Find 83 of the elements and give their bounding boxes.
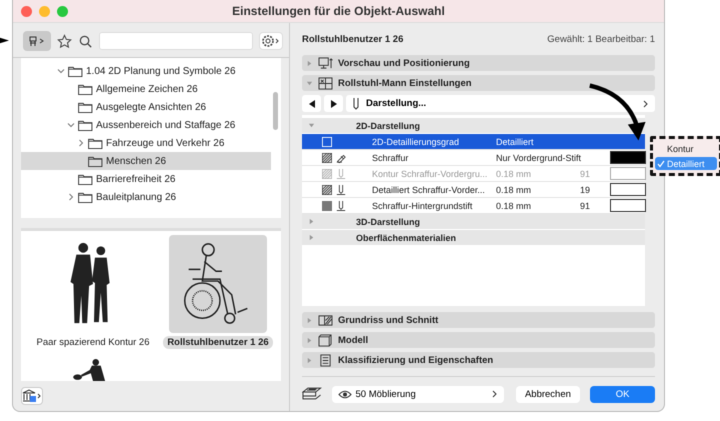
tree-item[interactable]: Barrierefreiheit 26	[21, 170, 271, 188]
library-view-button[interactable]	[23, 31, 51, 51]
right-triangle-icon	[330, 100, 336, 108]
chevron-right-icon	[643, 100, 649, 108]
gear-icon	[261, 34, 281, 48]
folder-icon	[78, 174, 93, 184]
parameter-row[interactable]: Detailliert Schraffur-Vorder... 0.18 mm 19	[302, 182, 645, 198]
parameter-row[interactable]: Schraffur Nur Vordergrund-Stift	[302, 150, 645, 166]
group-header[interactable]: 2D-Darstellung	[302, 118, 645, 134]
next-button[interactable]	[324, 95, 343, 112]
tree-item[interactable]: Fahrzeuge und Verkehr 26	[21, 134, 271, 152]
page-dropdown[interactable]: Darstellung...	[346, 95, 655, 112]
folder-icon	[68, 66, 83, 76]
group-header[interactable]: Oberflächenmaterialien	[302, 230, 645, 246]
library-manager-button[interactable]	[21, 387, 43, 405]
object-thumbnail[interactable]	[169, 235, 267, 333]
eye-icon	[338, 390, 352, 398]
library-icon	[22, 389, 42, 403]
monitor-icon	[318, 56, 333, 70]
cancel-button[interactable]: Abbrechen	[516, 386, 580, 402]
disclosure-triangle-icon[interactable]	[308, 218, 315, 225]
chevron-down-icon[interactable]	[67, 121, 75, 129]
folder-icon	[88, 156, 103, 166]
layer-dropdown[interactable]: 50 Möblierung	[332, 386, 504, 402]
tree-item[interactable]: Menschen 26	[21, 152, 271, 170]
object-title: Rollstuhlbenutzer 1 26	[302, 34, 404, 44]
fill-pen-icon	[336, 152, 346, 162]
tree-item[interactable]: 1.04 2D Planung und Symbole 26	[21, 62, 271, 80]
color-swatch[interactable]	[610, 151, 646, 164]
chair-icon	[28, 35, 46, 47]
section-header[interactable]: Modell	[302, 332, 655, 348]
settings-button[interactable]	[259, 32, 283, 50]
folder-icon	[78, 120, 93, 130]
color-swatch[interactable]	[610, 199, 646, 212]
folder-icon	[78, 102, 93, 112]
checkbox-icon	[322, 136, 332, 146]
document-icon	[318, 354, 333, 366]
chevron-down-icon[interactable]	[57, 67, 65, 75]
chevron-right-icon	[492, 390, 498, 398]
section-header[interactable]: Vorschau und Positionierung	[302, 55, 655, 71]
close-button[interactable]	[21, 6, 32, 16]
left-triangle-icon	[308, 100, 314, 108]
hatch-icon	[322, 168, 332, 178]
hatch-icon	[322, 184, 332, 194]
tree-item[interactable]: Allgemeine Zeichen 26	[21, 80, 271, 98]
floor-plan-icon	[318, 314, 333, 326]
object-name: Paar spazierend Kontur 26	[35, 336, 151, 349]
section-header[interactable]: Klassifizierung und Eigenschaften	[302, 352, 655, 368]
search-field[interactable]	[99, 32, 253, 50]
cube-icon	[318, 334, 333, 346]
section-header[interactable]: Grundriss und Schnitt	[302, 312, 655, 328]
folder-icon	[88, 138, 103, 148]
folder-icon	[78, 192, 93, 202]
window-title: Einstellungen für die Objekt-Auswahl	[231, 4, 446, 18]
scrollbar[interactable]	[273, 92, 278, 130]
previous-button[interactable]	[302, 95, 321, 112]
pen-icon	[336, 184, 346, 194]
color-swatch[interactable]	[610, 183, 646, 196]
object-name: Rollstuhlbenutzer 1 26	[163, 336, 273, 349]
layers-icon	[302, 387, 322, 401]
pen-icon	[352, 98, 360, 110]
section-header[interactable]: Rollstuhl-Mann Einstellungen	[302, 75, 655, 91]
group-header[interactable]: 3D-Darstellung	[302, 214, 645, 230]
search-icon[interactable]	[78, 34, 93, 48]
ok-button[interactable]: OK	[590, 386, 655, 402]
arrow-icon	[0, 36, 9, 45]
table-icon	[318, 76, 333, 90]
pen-icon	[336, 168, 346, 178]
menu-item[interactable]: Kontur	[655, 142, 717, 155]
folder-icon	[78, 84, 93, 94]
chevron-right-icon[interactable]	[77, 139, 85, 147]
solid-square-icon	[322, 200, 332, 210]
tree-item[interactable]: Bauleitplanung 26	[21, 188, 271, 206]
chevron-right-icon[interactable]	[67, 193, 75, 201]
disclosure-triangle-icon[interactable]	[308, 234, 315, 241]
disclosure-triangle-icon[interactable]	[308, 122, 315, 129]
hatch-icon	[322, 152, 332, 162]
pen-icon	[336, 200, 346, 210]
tree-item[interactable]: Aussenbereich und Staffage 26	[21, 116, 271, 134]
star-icon[interactable]	[57, 34, 72, 48]
checkmark-icon	[657, 160, 665, 168]
selection-count: Gewählt: 1 Bearbeitbar: 1	[547, 34, 655, 44]
tree-item[interactable]: Ausgelegte Ansichten 26	[21, 98, 271, 116]
